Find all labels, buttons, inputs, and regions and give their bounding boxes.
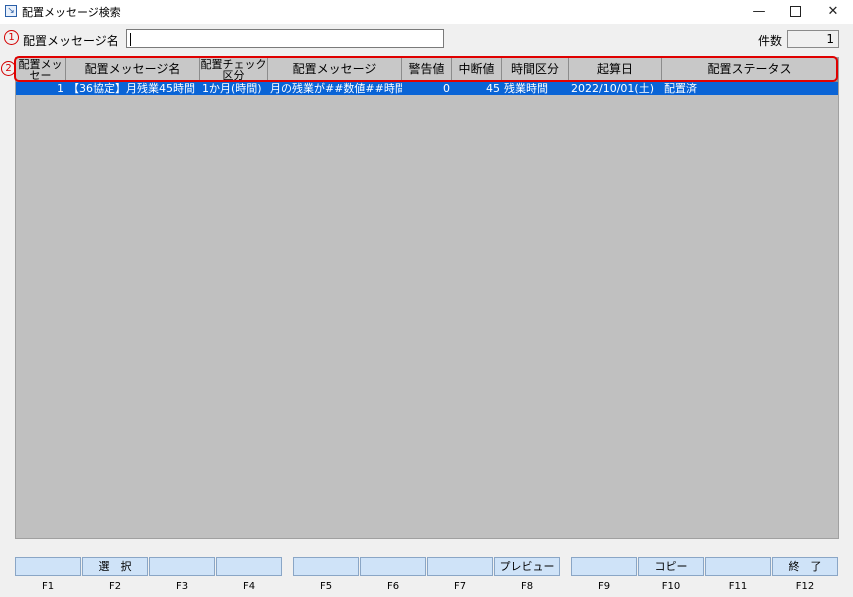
col-header-no[interactable]: 配置メッセー (16, 58, 66, 82)
count-label: 件数 (758, 34, 783, 48)
f4-button[interactable] (216, 557, 282, 576)
col-header-check-type[interactable]: 配置チェック区分 (200, 58, 268, 82)
cell-message: 月の残業が##数値##時間 (270, 82, 402, 95)
count-value: 1 (787, 30, 839, 48)
cell-message-name: 【36協定】月残業45時間 (68, 82, 195, 95)
function-key-bar: 選 択 プレビュー コピー 終 了 F1 F2 F3 F4 F5 F6 F7 F… (0, 557, 853, 597)
f3-key-label: F3 (175, 581, 189, 592)
f9-key-label: F9 (597, 581, 611, 592)
app-icon: ↘ (5, 5, 17, 17)
f7-key-label: F7 (453, 581, 467, 592)
annotation-marker-1: 1 (4, 30, 19, 45)
cell-no: 1 (57, 82, 64, 95)
f9-button[interactable] (571, 557, 637, 576)
f3-button[interactable] (149, 557, 215, 576)
col-header-time-type[interactable]: 時間区分 (502, 58, 569, 82)
f12-key-label: F12 (795, 581, 815, 592)
col-header-abort[interactable]: 中断値 (452, 58, 502, 82)
cell-check-type: 1か月(時間) (202, 82, 262, 95)
maximize-button[interactable] (776, 0, 814, 24)
f5-button[interactable] (293, 557, 359, 576)
table-row[interactable]: 1 【36協定】月残業45時間 1か月(時間) 月の残業が##数値##時間 0 … (16, 82, 838, 95)
f1-button[interactable] (15, 557, 81, 576)
result-grid[interactable]: 配置メッセー 配置メッセージ名 配置チェック区分 配置メッセージ 警告値 中断値… (15, 57, 839, 539)
grid-header: 配置メッセー 配置メッセージ名 配置チェック区分 配置メッセージ 警告値 中断値… (16, 58, 838, 82)
col-header-warning[interactable]: 警告値 (402, 58, 452, 82)
annotation-marker-2: 2 (1, 61, 16, 76)
f8-key-label: F8 (520, 581, 534, 592)
cell-warning: 0 (443, 82, 450, 95)
col-header-message-name[interactable]: 配置メッセージ名 (66, 58, 200, 82)
minimize-button[interactable]: — (740, 0, 778, 24)
f2-select-button[interactable]: 選 択 (82, 557, 148, 576)
window-title: 配置メッセージ検索 (22, 6, 121, 19)
col-header-start-date[interactable]: 起算日 (569, 58, 662, 82)
f8-preview-button[interactable]: プレビュー (494, 557, 560, 576)
f12-exit-button[interactable]: 終 了 (772, 557, 838, 576)
f2-key-label: F2 (108, 581, 122, 592)
f4-key-label: F4 (242, 581, 256, 592)
col-header-message[interactable]: 配置メッセージ (268, 58, 402, 82)
f5-key-label: F5 (319, 581, 333, 592)
search-label: 配置メッセージ名 (23, 34, 119, 48)
f1-key-label: F1 (41, 581, 55, 592)
maximize-icon (789, 6, 801, 17)
col-header-status[interactable]: 配置ステータス (662, 58, 838, 82)
cell-abort: 45 (486, 82, 500, 95)
cell-time-type: 残業時間 (504, 82, 548, 95)
f6-key-label: F6 (386, 581, 400, 592)
f10-copy-button[interactable]: コピー (638, 557, 704, 576)
message-name-input[interactable] (126, 29, 444, 48)
close-button[interactable]: ✕ (814, 0, 852, 24)
title-bar: ↘ 配置メッセージ検索 — ✕ (0, 0, 853, 24)
f11-key-label: F11 (728, 581, 748, 592)
text-caret (130, 33, 131, 46)
f7-button[interactable] (427, 557, 493, 576)
cell-start-date: 2022/10/01(土) (571, 82, 654, 95)
f6-button[interactable] (360, 557, 426, 576)
f10-key-label: F10 (661, 581, 681, 592)
cell-status: 配置済 (664, 82, 697, 95)
f11-button[interactable] (705, 557, 771, 576)
